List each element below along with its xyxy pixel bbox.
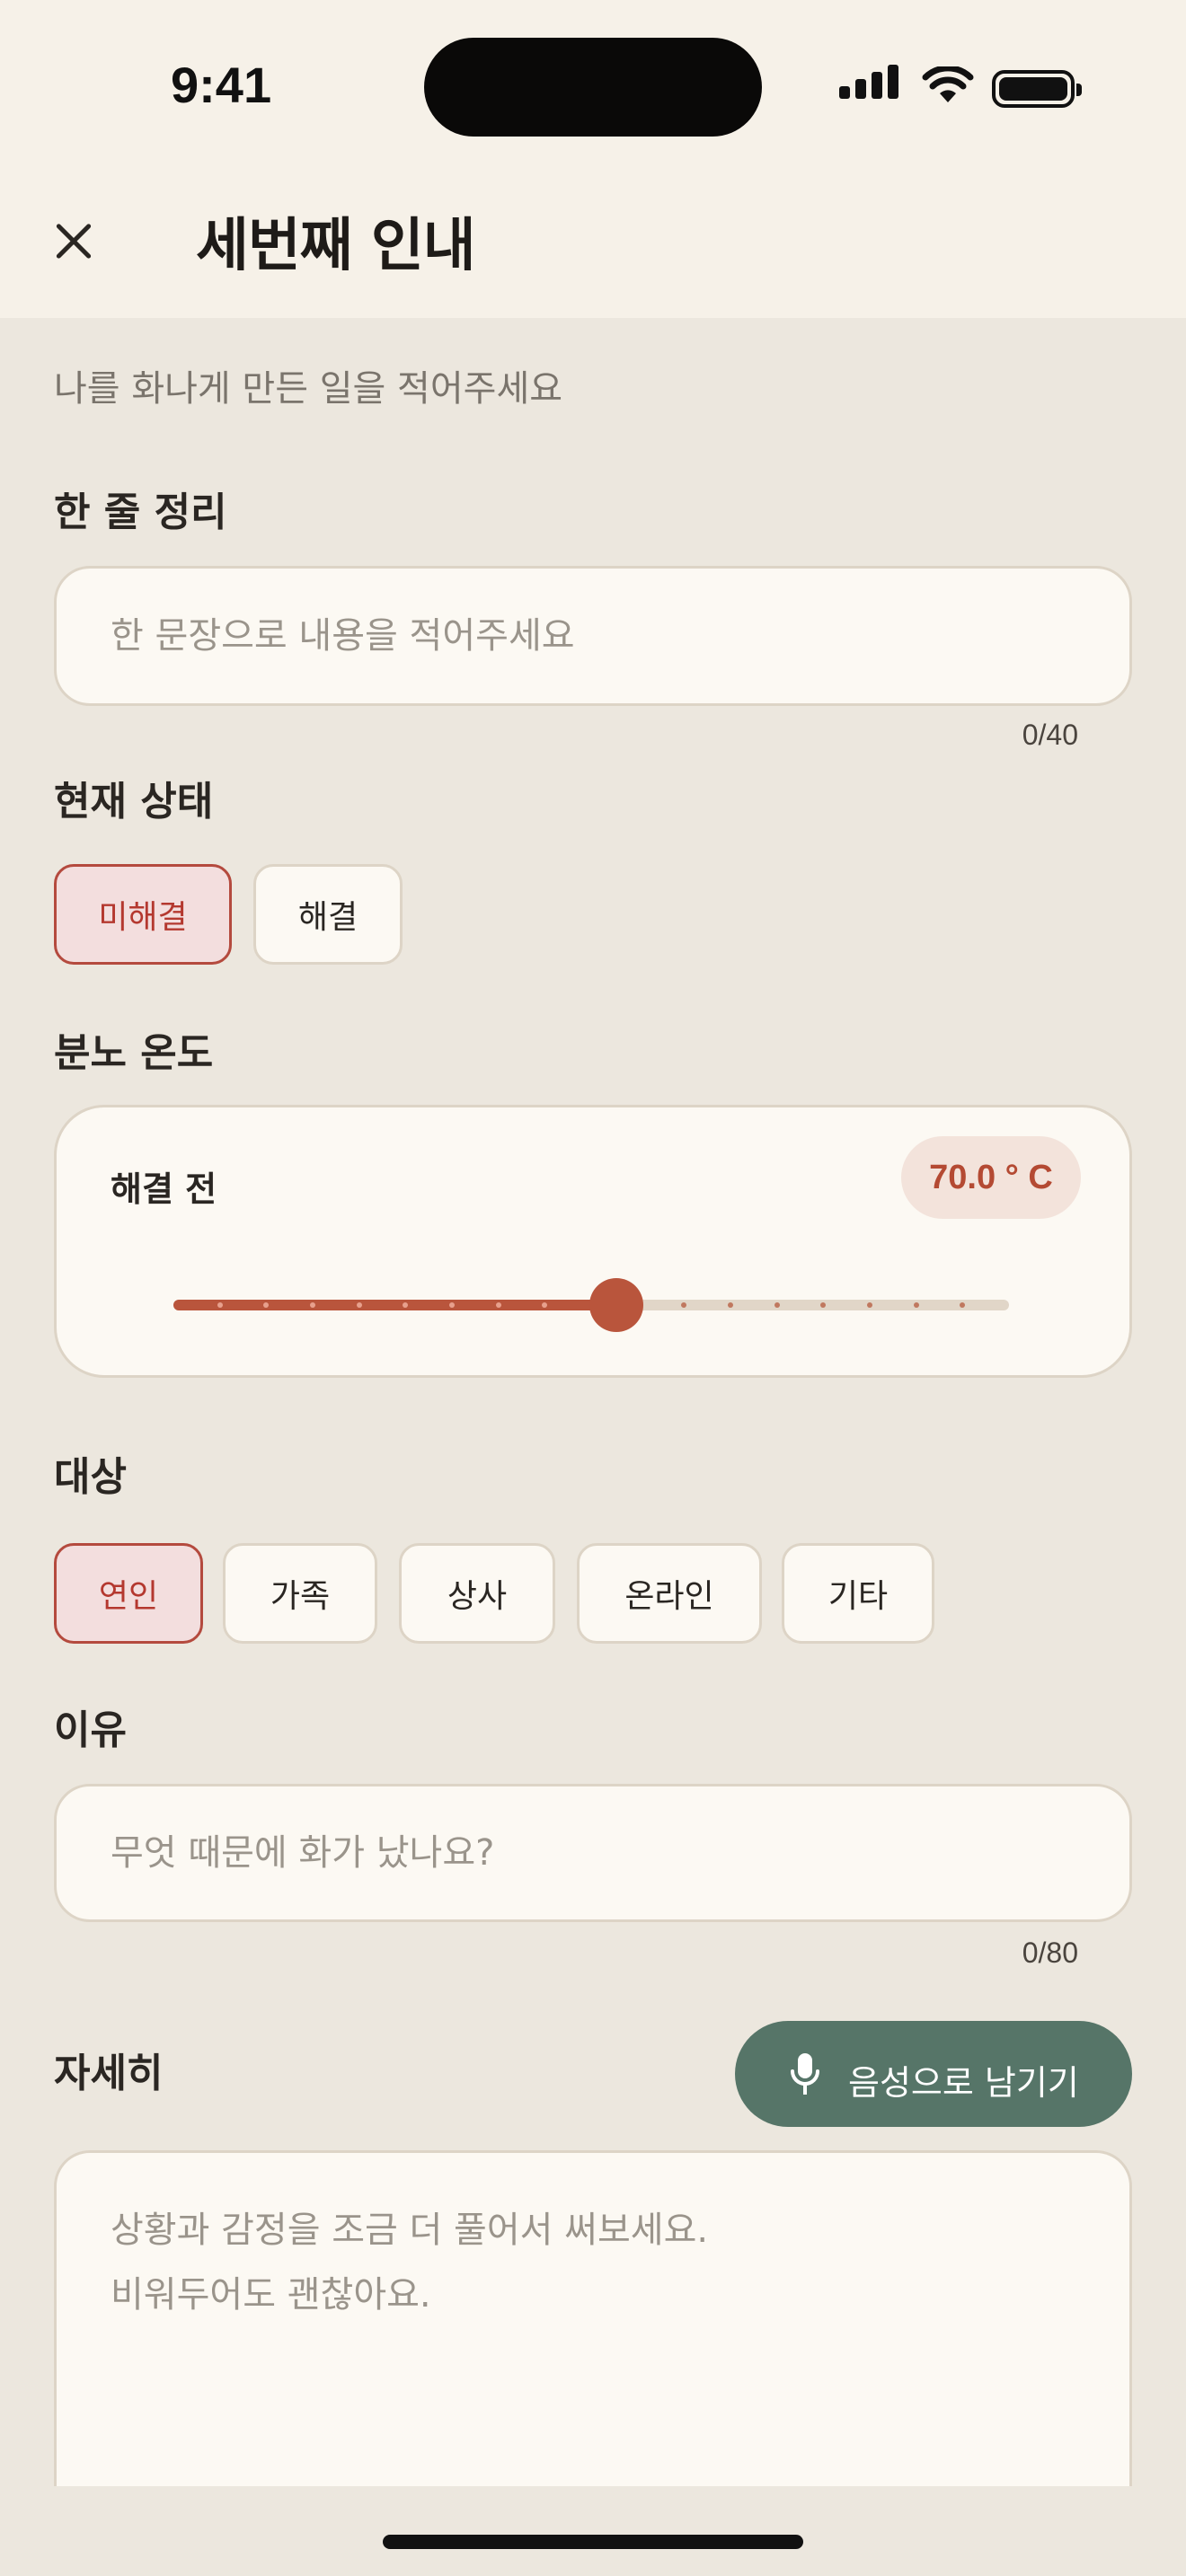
slider-tick xyxy=(542,1302,547,1308)
battery-icon xyxy=(992,70,1082,108)
detail-placeholder: 상황과 감정을 조금 더 풀어서 써보세요. 비워두어도 괜찮아요. xyxy=(111,2210,709,2316)
summary-label: 한 줄 정리 xyxy=(54,490,227,535)
slider-thumb[interactable] xyxy=(589,1278,643,1332)
target-chip-online[interactable]: 온라인 xyxy=(577,1543,762,1644)
reason-input[interactable] xyxy=(111,1786,1093,1919)
slider-tick xyxy=(774,1302,780,1308)
target-chip-family[interactable]: 가족 xyxy=(223,1543,377,1644)
anger-label: 분노 온도 xyxy=(54,1030,214,1076)
reason-field[interactable] xyxy=(54,1784,1132,1922)
reason-counter: 0/80 xyxy=(1022,1936,1078,1969)
anger-slider[interactable] xyxy=(173,1278,1009,1332)
page-title: 세번째 인내 xyxy=(196,213,476,279)
target-chip-boss[interactable]: 상사 xyxy=(399,1543,555,1644)
home-indicator-area xyxy=(0,2486,1186,2576)
detail-textarea[interactable]: 상황과 감정을 조금 더 풀어서 써보세요. 비워두어도 괜찮아요. xyxy=(54,2150,1132,2492)
target-chip-partner[interactable]: 연인 xyxy=(54,1543,203,1644)
reason-label: 이유 xyxy=(54,1707,127,1753)
microphone-icon xyxy=(791,2053,819,2095)
summary-counter: 0/40 xyxy=(1022,719,1078,751)
slider-tick xyxy=(217,1302,223,1308)
voice-button-label: 음성으로 남기기 xyxy=(848,2063,1079,2103)
header-bar xyxy=(0,171,1186,318)
target-chip-other[interactable]: 기타 xyxy=(782,1543,934,1644)
detail-label: 자세히 xyxy=(54,2051,164,2096)
anger-card-label: 해결 전 xyxy=(111,1169,217,1209)
slider-tick xyxy=(449,1302,455,1308)
temperature-badge: 70.0 ° C xyxy=(901,1136,1081,1219)
slider-tick xyxy=(681,1302,686,1308)
slider-tick xyxy=(728,1302,733,1308)
status-label: 현재 상태 xyxy=(54,779,214,825)
slider-tick xyxy=(496,1302,501,1308)
slider-tick xyxy=(357,1302,362,1308)
wifi-icon xyxy=(922,66,974,102)
slider-tick xyxy=(310,1302,315,1308)
summary-input[interactable] xyxy=(111,569,1093,703)
slider-tick xyxy=(820,1302,826,1308)
dynamic-island xyxy=(424,38,762,137)
status-time: 9:41 xyxy=(171,57,272,113)
slider-tick xyxy=(403,1302,408,1308)
slider-tick xyxy=(263,1302,269,1308)
anger-temperature-card: 해결 전 70.0 ° C xyxy=(54,1105,1132,1378)
status-chip-resolved[interactable]: 해결 xyxy=(253,864,403,965)
summary-field[interactable] xyxy=(54,566,1132,706)
slider-tick xyxy=(867,1302,872,1308)
voice-record-button[interactable]: 음성으로 남기기 xyxy=(735,2021,1132,2127)
close-icon[interactable] xyxy=(47,214,101,268)
slider-fill xyxy=(173,1300,616,1310)
slider-tick xyxy=(914,1302,919,1308)
home-indicator[interactable] xyxy=(383,2535,803,2549)
cellular-signal-icon xyxy=(839,63,902,108)
page-subtitle: 나를 화나게 만든 일을 적어주세요 xyxy=(54,368,563,410)
status-chip-unresolved[interactable]: 미해결 xyxy=(54,864,232,965)
target-label: 대상 xyxy=(54,1454,127,1500)
slider-tick xyxy=(960,1302,965,1308)
